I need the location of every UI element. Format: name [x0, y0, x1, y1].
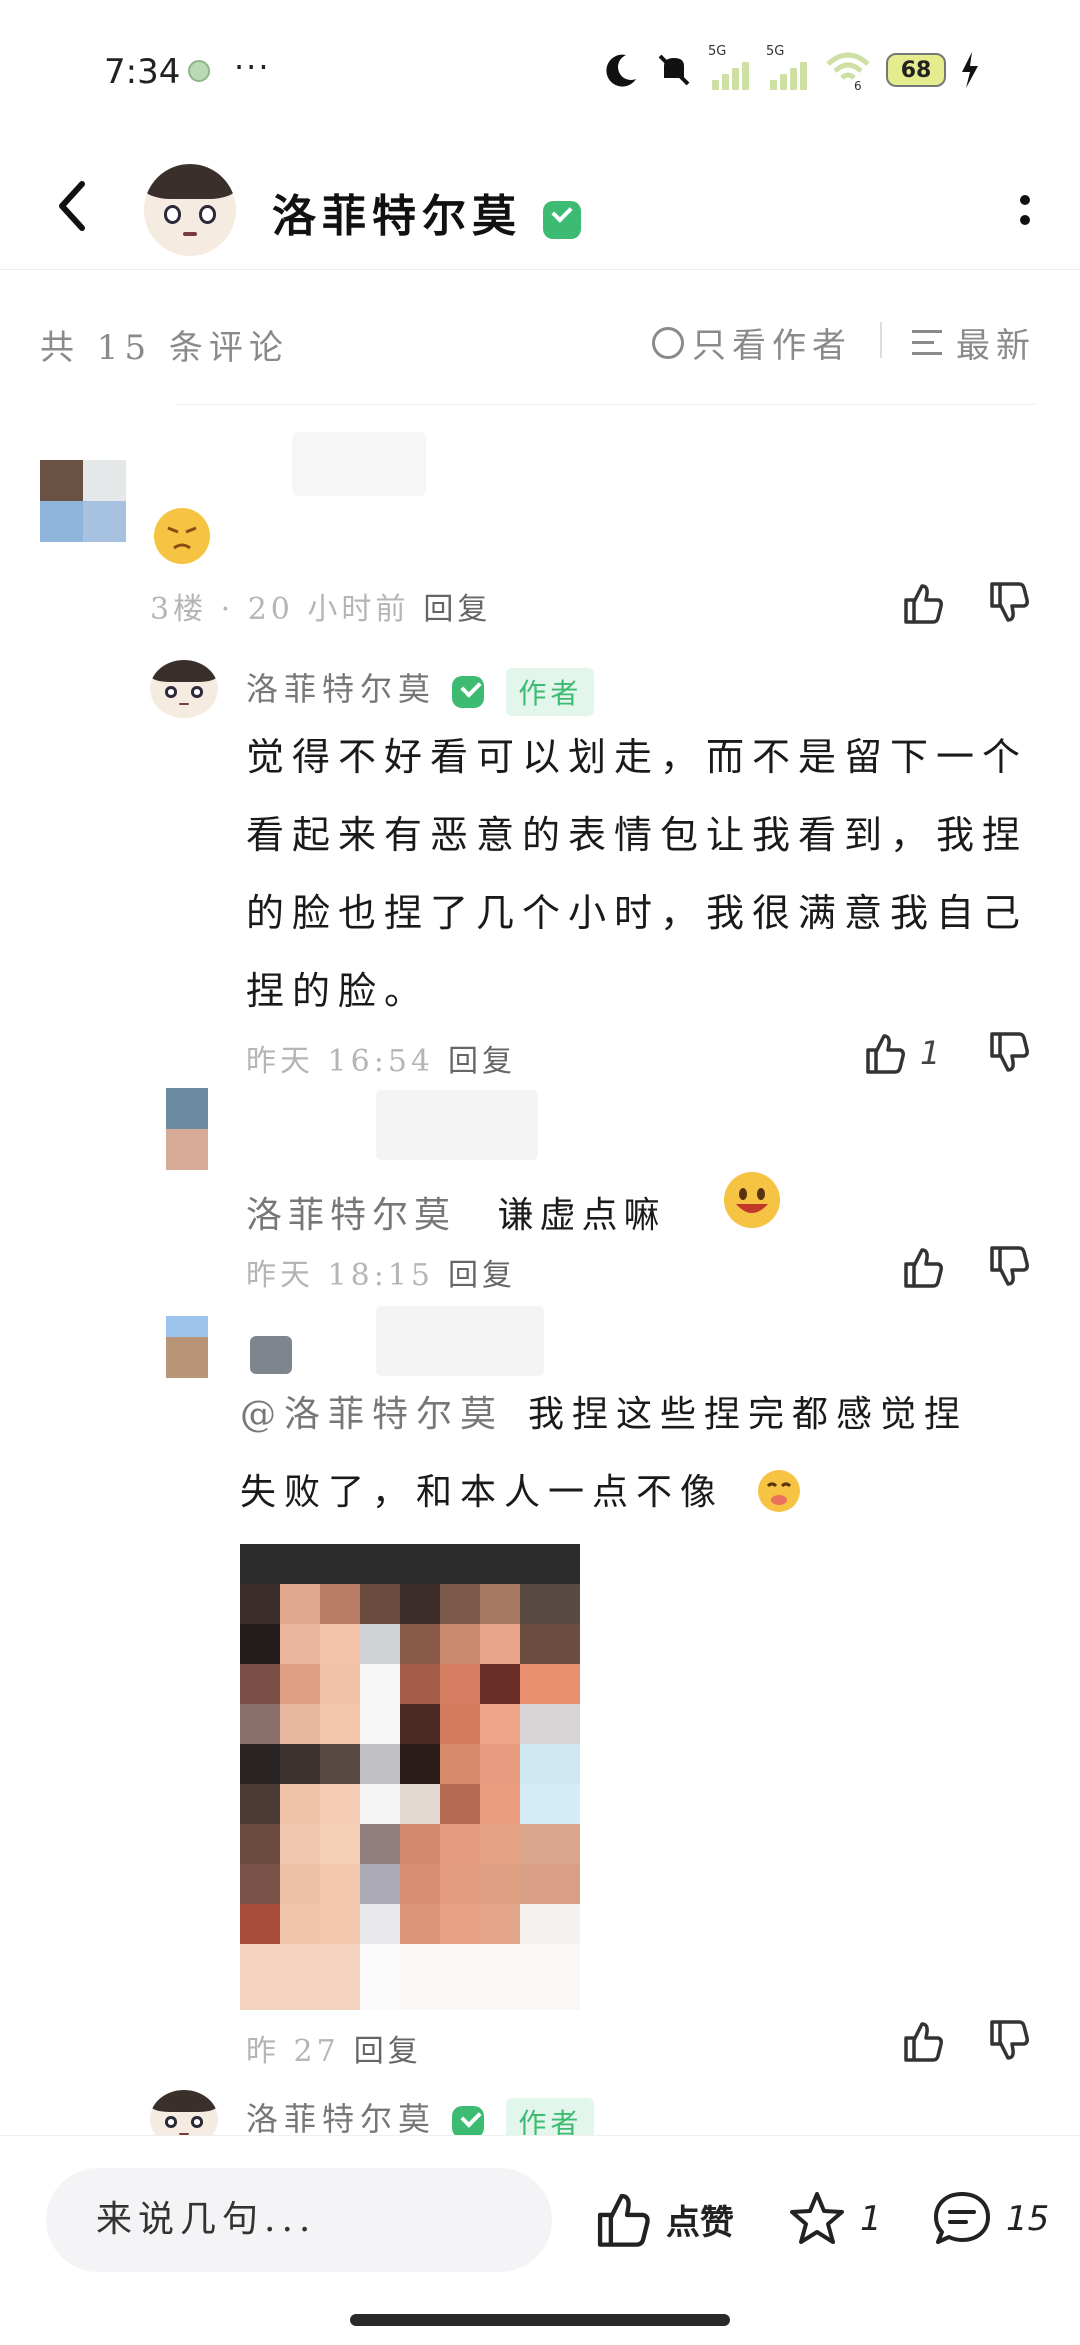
like-post-button[interactable]: 点赞	[592, 2188, 734, 2250]
comment-meta: 3楼 · 20 小时前 回复	[150, 592, 492, 627]
radio-icon	[652, 326, 684, 359]
thumbs-up-icon[interactable]	[900, 580, 946, 626]
commenter-avatar[interactable]	[166, 1088, 208, 1170]
sticker-emoji-icon	[154, 508, 210, 564]
separator-line	[176, 404, 1036, 405]
signal-5g-icon: 5G	[708, 44, 752, 90]
sort-latest-button[interactable]: 最新	[912, 318, 1036, 367]
sort-icon	[912, 328, 946, 358]
author-reply-avatar[interactable]	[150, 660, 218, 718]
wifi-icon: 6	[826, 52, 870, 90]
author-only-label: 只看作者	[692, 326, 852, 366]
comments-count: 15	[1006, 2199, 1050, 2239]
commenter-name-blurred	[376, 1090, 538, 1160]
verified-badge-icon	[543, 200, 582, 239]
reply-button[interactable]: 回复	[354, 2034, 422, 2069]
status-more: ···	[234, 48, 271, 86]
like-count: 1	[920, 1034, 941, 1072]
filter-divider	[880, 322, 882, 358]
back-arrow-icon[interactable]	[48, 176, 98, 236]
reply-button[interactable]: 回复	[423, 592, 491, 627]
comment-meta: 昨 27 回复	[246, 2034, 422, 2069]
more-vertical-icon[interactable]	[1010, 190, 1040, 230]
commenter-avatar[interactable]	[40, 460, 126, 542]
svg-text:6: 6	[854, 79, 862, 90]
comment-input[interactable]: 来说几句...	[46, 2168, 552, 2272]
comment-image-pixelated[interactable]	[240, 1544, 580, 2010]
thumbs-down-icon[interactable]	[986, 2018, 1032, 2064]
thumbs-up-icon	[597, 2193, 650, 2247]
grin-emoji-icon	[724, 1172, 780, 1228]
reply-text: @洛菲特尔莫 我捏这些捏完都感觉捏 失败了，和本人一点不像	[240, 1394, 969, 1513]
drooling-emoji-icon	[758, 1470, 800, 1512]
comment-count-label: 共 15 条评论	[40, 328, 289, 368]
bottom-action-bar: 来说几句... 点赞 1 15	[0, 2135, 1080, 2345]
comment-bubble-icon	[934, 2192, 990, 2244]
status-bar: 7:34 ··· 5G 5G 6 68	[0, 0, 1080, 140]
author-name-text: 洛菲特尔莫	[272, 191, 522, 242]
reply-author-name[interactable]: 洛菲特尔莫 作者	[246, 664, 595, 716]
status-time: 7:34	[104, 52, 181, 92]
thumbs-up-icon[interactable]	[900, 1244, 946, 1290]
mention-name[interactable]: @洛菲特尔莫	[240, 1394, 504, 1435]
reply-button[interactable]: 回复	[448, 1258, 516, 1293]
charging-icon	[962, 52, 978, 88]
sort-label: 最新	[956, 326, 1036, 366]
star-icon	[790, 2192, 844, 2244]
home-indicator[interactable]	[350, 2314, 730, 2326]
verified-badge-icon	[452, 675, 485, 708]
mention-line: 洛菲特尔莫 谦虚点嘛	[246, 1195, 666, 1236]
mention-name[interactable]: 洛菲特尔莫	[246, 1195, 456, 1236]
comment-meta: 昨天 18:15 回复	[246, 1258, 516, 1293]
author-avatar[interactable]	[144, 164, 236, 256]
moon-icon	[606, 54, 636, 87]
thumbs-down-icon[interactable]	[986, 580, 1032, 626]
battery-indicator: 68	[886, 53, 946, 87]
reply-button[interactable]: 回复	[448, 1044, 516, 1079]
thumbs-down-icon[interactable]	[986, 1030, 1032, 1076]
app-notification-icon	[188, 60, 210, 82]
signal-5g-icon-2: 5G	[766, 44, 810, 90]
like-post-label: 点赞	[666, 2202, 734, 2243]
verified-badge-icon	[452, 2105, 485, 2138]
status-icons: 5G 5G 6 68	[602, 44, 980, 92]
favorite-button[interactable]: 1	[786, 2188, 882, 2250]
commenter-name-blurred	[292, 432, 426, 496]
commenter-name-blurred	[376, 1306, 544, 1376]
comment-meta: 昨天 16:54 回复	[246, 1044, 516, 1079]
thumbs-up-icon[interactable]	[862, 1030, 908, 1076]
author-name-header[interactable]: 洛菲特尔莫	[272, 180, 582, 244]
commenter-avatar[interactable]	[166, 1316, 208, 1378]
commenter-badge-blurred	[250, 1336, 292, 1374]
author-only-toggle[interactable]: 只看作者	[652, 318, 852, 367]
thumbs-down-icon[interactable]	[986, 1244, 1032, 1290]
author-reply-text: 觉得不好看可以划走，而不是留下一个 看起来有恶意的表情包让我看到，我捏 的脸也捏…	[246, 735, 1029, 1013]
author-tag: 作者	[506, 667, 595, 716]
top-navigation-bar: 洛菲特尔莫	[0, 150, 1080, 270]
comments-button[interactable]: 15	[930, 2188, 1049, 2250]
thumbs-up-icon[interactable]	[900, 2018, 946, 2064]
mute-icon	[658, 54, 690, 86]
comment-filter-bar: 共 15 条评论 只看作者 最新	[0, 300, 1080, 390]
favorite-count: 1	[860, 2199, 882, 2239]
